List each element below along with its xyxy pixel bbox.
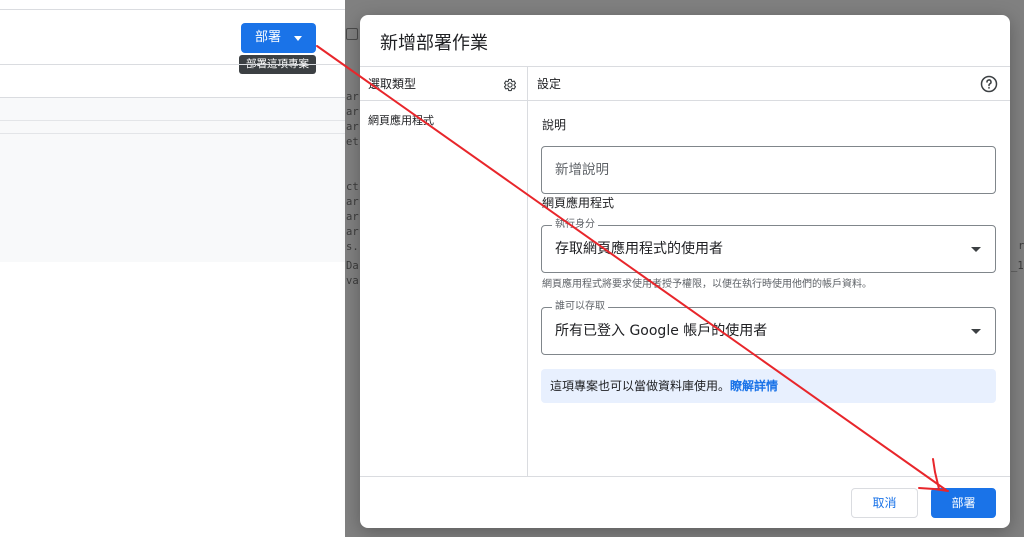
- code-fragment: ar: [346, 211, 359, 223]
- type-panel-header: 選取類型: [368, 77, 417, 91]
- code-fragment: va: [346, 275, 359, 287]
- deploy-button-label: 部署: [255, 30, 282, 45]
- description-input[interactable]: [541, 146, 996, 194]
- info-banner-text: 這項專案也可以當做資料庫使用。: [550, 379, 731, 393]
- description-label: 說明: [542, 118, 567, 132]
- code-fragment: s.: [346, 241, 359, 253]
- execute-as-select[interactable]: 執行身分 存取網頁應用程式的使用者: [541, 219, 996, 273]
- who-has-access-select[interactable]: 誰可以存取 所有已登入 Google 帳戶的使用者: [541, 301, 996, 355]
- editor-panel: [0, 97, 345, 262]
- column-divider: [527, 66, 528, 476]
- code-fragment: r: [1018, 240, 1024, 252]
- cancel-button[interactable]: 取消: [851, 488, 918, 518]
- code-fragment: ar: [346, 91, 359, 103]
- caret-down-icon: [294, 36, 302, 41]
- dialog-title: 新增部署作業: [380, 33, 488, 54]
- footer-divider: [360, 476, 1010, 477]
- code-fragment: Da: [346, 260, 359, 272]
- execute-as-value: 存取網頁應用程式的使用者: [555, 241, 723, 257]
- column-header-divider: [360, 100, 1010, 101]
- learn-more-link[interactable]: 瞭解詳情: [730, 379, 778, 393]
- execute-as-helper-text: 網頁應用程式將要求使用者授予權限，以便在執行時使用他們的帳戶資料。: [542, 279, 872, 290]
- new-deployment-dialog: 新增部署作業 選取類型 網頁應用程式 設定 說明 網頁應用程式 執行身分 存取網…: [360, 15, 1010, 528]
- deploy-menu-button[interactable]: 部署: [241, 23, 316, 53]
- toolbar-top-divider: [0, 9, 345, 10]
- code-fragment: ar: [346, 121, 359, 133]
- code-fragment: _1: [1011, 260, 1024, 272]
- panel-row-divider: [0, 120, 345, 121]
- help-circle-icon[interactable]: [980, 75, 998, 93]
- toolbar-bottom-divider: [0, 64, 345, 65]
- code-fragment: ct: [346, 181, 359, 193]
- info-banner: 這項專案也可以當做資料庫使用。瞭解詳情: [541, 369, 996, 403]
- script-editor: 部署 部署這項專案: [0, 0, 345, 537]
- gear-icon[interactable]: [503, 77, 517, 92]
- panel-row-divider: [0, 133, 345, 134]
- caret-down-icon: [971, 329, 981, 334]
- deploy-button[interactable]: 部署: [931, 488, 996, 518]
- code-fragment: ar: [346, 106, 359, 118]
- code-fragment: ar: [346, 196, 359, 208]
- web-app-section-title: 網頁應用程式: [542, 196, 615, 210]
- code-fragment: ar: [346, 226, 359, 238]
- settings-panel-header: 設定: [537, 77, 562, 91]
- code-fragment: et: [346, 136, 359, 148]
- header-divider: [360, 66, 1010, 67]
- caret-down-icon: [971, 247, 981, 252]
- type-item-web-app[interactable]: 網頁應用程式: [368, 114, 434, 127]
- who-has-access-value: 所有已登入 Google 帳戶的使用者: [555, 323, 768, 339]
- toolbar-icon: [346, 28, 358, 40]
